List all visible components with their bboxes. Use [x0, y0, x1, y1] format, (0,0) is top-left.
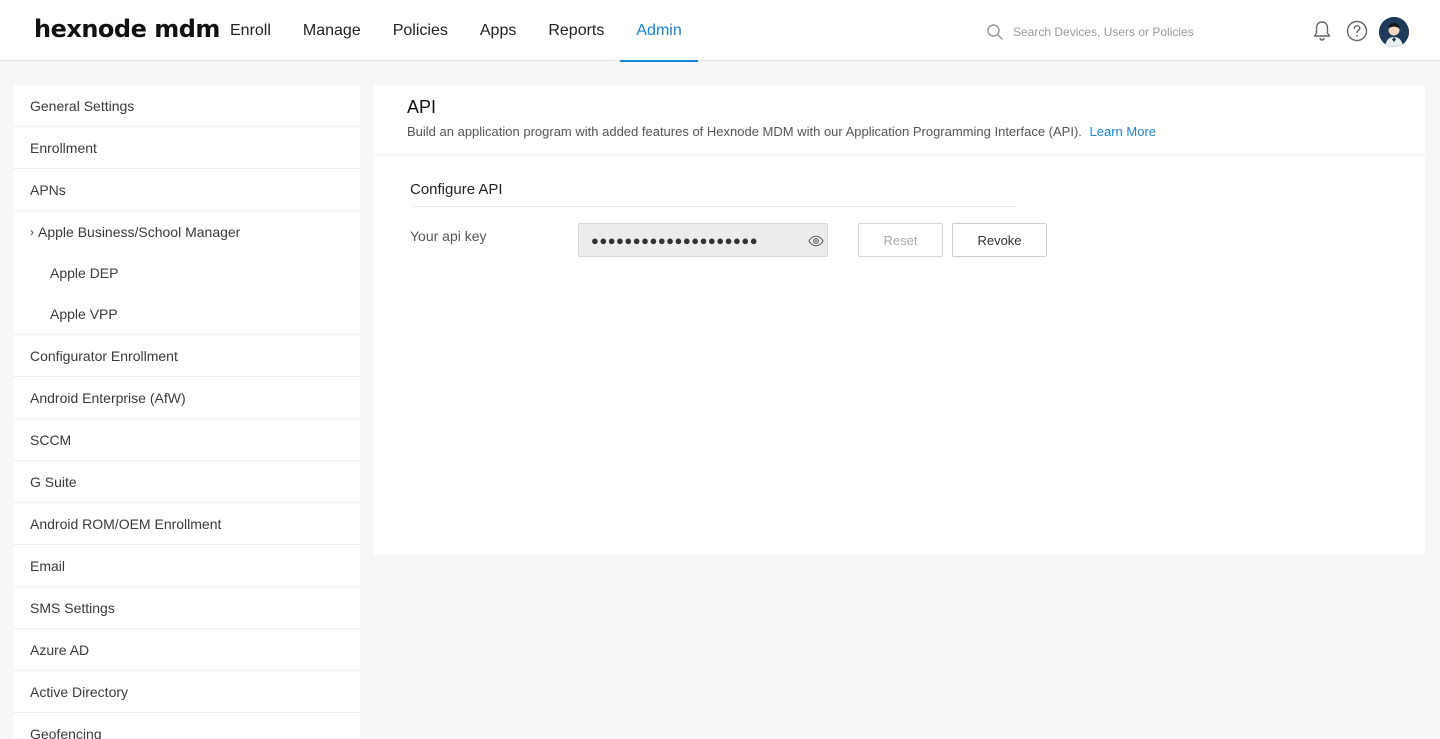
sidebar-item-label: Active Directory [30, 683, 129, 700]
nav-apps[interactable]: Apps [464, 0, 532, 61]
description-text: Build an application program with added … [407, 124, 1082, 139]
bell-icon[interactable] [1310, 19, 1334, 43]
sidebar-item-email[interactable]: Email [14, 545, 360, 587]
top-bar: hexnode mdm Enroll Manage Policies Apps … [0, 0, 1440, 62]
sidebar-item-label: SMS Settings [30, 599, 115, 616]
help-icon[interactable] [1345, 19, 1369, 43]
revoke-button[interactable]: Revoke [952, 223, 1047, 257]
nav-enroll[interactable]: Enroll [214, 0, 287, 61]
sidebar-item-label: Configurator Enrollment [30, 347, 178, 364]
sidebar-item-sms-settings[interactable]: SMS Settings [14, 587, 360, 629]
search-icon [987, 24, 1003, 40]
sidebar-item-label: Apple DEP [50, 265, 119, 281]
sidebar-item-label: Apple Business/School Manager [38, 224, 241, 240]
nav-policies[interactable]: Policies [377, 0, 464, 61]
sidebar-item-g-suite[interactable]: G Suite [14, 461, 360, 503]
eye-icon[interactable] [808, 233, 824, 249]
api-key-value: ●●●●●●●●●●●●●●●●●●●● [591, 232, 759, 248]
sidebar-item-label: General Settings [30, 97, 135, 114]
sidebar-item-label: Enrollment [30, 139, 97, 156]
settings-sidebar: General Settings Enrollment APNs › Apple… [14, 85, 360, 739]
sidebar-item-android-rom-oem-enrollment[interactable]: Android ROM/OEM Enrollment [14, 503, 360, 545]
api-key-field[interactable]: ●●●●●●●●●●●●●●●●●●●● [578, 223, 828, 257]
sidebar-item-label: APNs [30, 181, 66, 198]
avatar[interactable] [1379, 17, 1409, 47]
sidebar-item-configurator-enrollment[interactable]: Configurator Enrollment [14, 335, 360, 377]
page-title: API [407, 97, 437, 117]
sidebar-item-general-settings[interactable]: General Settings [14, 85, 360, 127]
chevron-right-icon: › [30, 225, 34, 239]
nav-reports[interactable]: Reports [532, 0, 620, 61]
search-bar [986, 20, 1256, 44]
page-description: Build an application program with added … [407, 124, 1392, 139]
nav-admin[interactable]: Admin [620, 0, 699, 62]
logo[interactable]: hexnode mdm [34, 15, 220, 43]
nav-manage[interactable]: Manage [287, 0, 377, 61]
user-avatar-icon [1379, 17, 1409, 47]
sidebar-item-label: Geofencing [30, 725, 102, 739]
sidebar-item-label: Android ROM/OEM Enrollment [30, 515, 222, 532]
sidebar-item-android-enterprise[interactable]: Android Enterprise (AfW) [14, 377, 360, 419]
sidebar-item-apple-vpp[interactable]: Apple VPP [14, 293, 360, 335]
sidebar-item-active-directory[interactable]: Active Directory [14, 671, 360, 713]
sidebar-item-label: Android Enterprise (AfW) [30, 389, 186, 406]
sidebar-item-apple-business-school-manager[interactable]: › Apple Business/School Manager [14, 211, 360, 253]
search-input[interactable] [1013, 25, 1243, 39]
sidebar-item-enrollment[interactable]: Enrollment [14, 127, 360, 169]
sidebar-item-label: SCCM [30, 431, 72, 448]
sidebar-item-label: Azure AD [30, 641, 90, 658]
sidebar-item-azure-ad[interactable]: Azure AD [14, 629, 360, 671]
section-divider [410, 206, 1016, 207]
sidebar-item-label: Email [30, 557, 66, 574]
panel-header: API Build an application program with ad… [374, 85, 1425, 155]
sidebar-item-apple-dep[interactable]: Apple DEP [14, 253, 360, 293]
sidebar-item-label: Apple VPP [50, 305, 118, 322]
main-nav: Enroll Manage Policies Apps Reports Admi… [214, 0, 699, 62]
section-title: Configure API [410, 181, 503, 198]
sidebar-item-label: G Suite [30, 473, 77, 490]
reset-button[interactable]: Reset [858, 223, 943, 257]
sidebar-item-apns[interactable]: APNs [14, 169, 360, 211]
sidebar-item-sccm[interactable]: SCCM [14, 419, 360, 461]
api-key-label: Your api key [410, 228, 487, 244]
learn-more-link[interactable]: Learn More [1090, 124, 1156, 139]
sidebar-item-geofencing[interactable]: Geofencing [14, 713, 360, 739]
api-panel: API Build an application program with ad… [374, 85, 1425, 555]
